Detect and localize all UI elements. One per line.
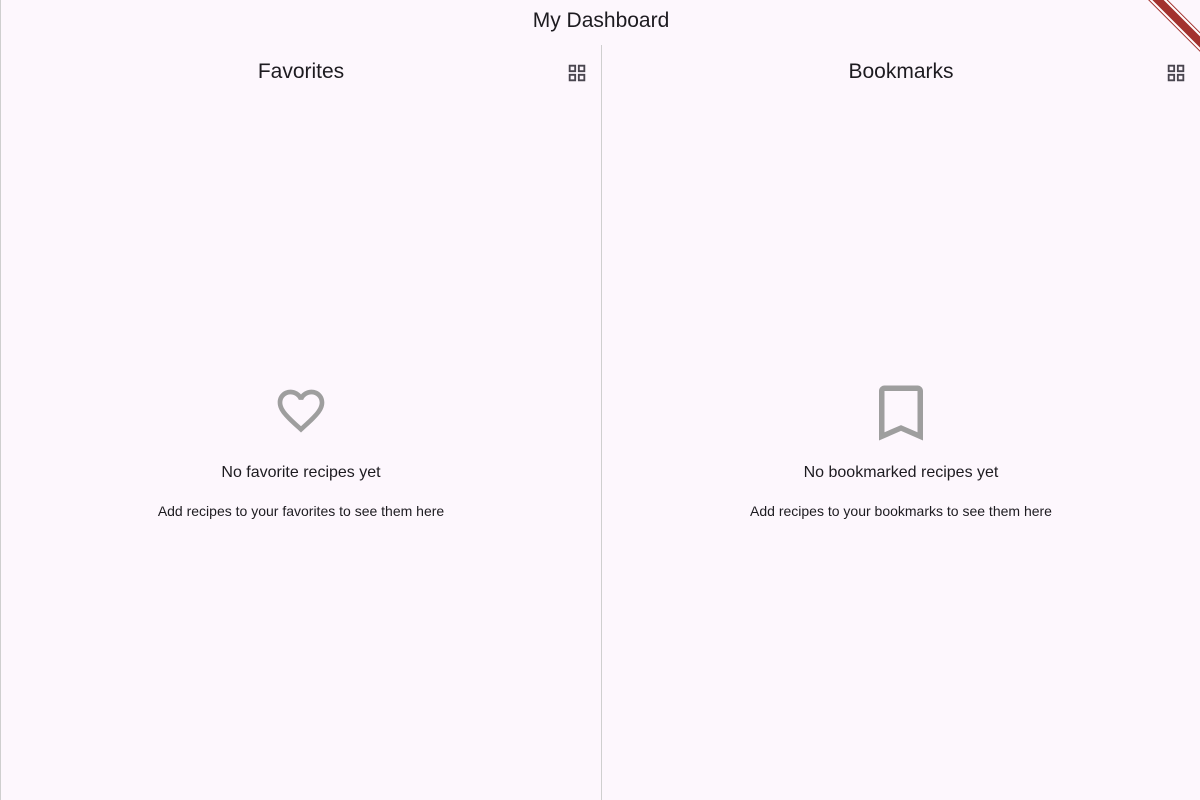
panes: Favorites No favorite recipes yet Add re… [1,45,1200,800]
bookmarks-pane: Bookmarks No bookmarked recipes yet Add … [601,45,1200,800]
favorites-pane: Favorites No favorite recipes yet Add re… [1,45,601,800]
bookmark-outline-icon [873,385,929,441]
favorites-header: Favorites [1,45,601,101]
page-title: My Dashboard [532,9,670,32]
favorites-empty-title: No favorite recipes yet [221,464,381,481]
bookmarks-title: Bookmarks [848,60,954,83]
bookmarks-header: Bookmarks [602,45,1200,101]
favorites-empty-state: No favorite recipes yet Add recipes to y… [1,385,601,520]
grid-view-icon [568,64,586,82]
favorites-empty-subtitle: Add recipes to your favorites to see the… [157,503,445,519]
bookmarks-empty-state: No bookmarked recipes yet Add recipes to… [602,385,1200,520]
dashboard-app: My Dashboard Favorites No favorite recip… [0,0,1200,800]
bookmarks-empty-subtitle: Add recipes to your bookmarks to see the… [750,503,1052,519]
favorites-title: Favorites [257,60,345,83]
bookmarks-empty-title: No bookmarked recipes yet [803,464,999,481]
grid-view-icon [1167,64,1185,82]
favorites-view-toggle-button[interactable] [565,61,589,85]
bookmarks-view-toggle-button[interactable] [1164,61,1188,85]
heart-outline-icon [273,385,329,441]
